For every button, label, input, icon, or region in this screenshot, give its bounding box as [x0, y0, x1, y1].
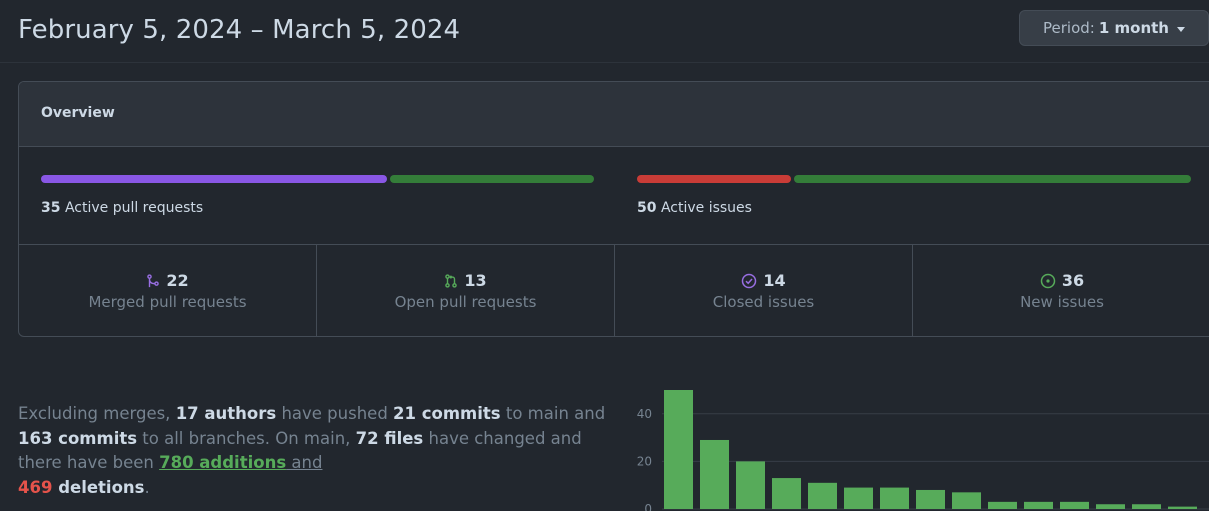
y-tick-label: 0 — [644, 502, 652, 511]
page-title: February 5, 2024 – March 5, 2024 — [18, 15, 461, 45]
active-issues-count: 50 — [637, 200, 657, 216]
active-issues-text: Active issues — [660, 200, 752, 216]
chart-bar[interactable] — [880, 487, 909, 509]
summary-text: . — [144, 477, 150, 497]
active-issues-label[interactable]: 50 Active issues — [637, 200, 752, 216]
summary-text: Excluding merges, — [18, 404, 176, 423]
all-commits-count: 163 commits — [18, 428, 138, 448]
y-tick-label: 40 — [637, 407, 652, 421]
summary-text: to all branches. On main, — [137, 428, 356, 448]
new-issues-bar-segment — [794, 175, 1191, 183]
period-dropdown-button[interactable]: Period: 1 month — [1019, 10, 1209, 46]
chart-bar[interactable] — [952, 492, 981, 509]
open-pr-count: 13 — [464, 271, 487, 290]
merged-pr-icon — [147, 273, 160, 287]
overview-title: Overview — [41, 105, 115, 121]
chart-bar[interactable] — [1024, 501, 1053, 509]
additions-link[interactable]: 780 additions — [159, 453, 286, 472]
chart-bar[interactable] — [664, 390, 693, 509]
commit-summary: Excluding merges, 17 authors have pushed… — [18, 402, 618, 500]
merged-pr-label: Merged pull requests — [88, 293, 247, 311]
chart-bar[interactable] — [1132, 504, 1161, 509]
issues-bar — [637, 175, 1191, 183]
commits-bar-chart: 40 20 0 — [637, 390, 1209, 511]
files-changed-count: 72 files — [355, 428, 424, 448]
period-value: 1 month — [1098, 19, 1169, 37]
pull-requests-bar — [41, 175, 594, 183]
stat-merged-pull-requests[interactable]: 22 Merged pull requests — [19, 245, 317, 336]
chart-bar[interactable] — [1168, 506, 1197, 509]
summary-text: have pushed — [276, 404, 394, 423]
period-prefix: Period: — [1043, 19, 1095, 37]
active-pull-requests-count: 35 — [41, 200, 61, 216]
summary-text: and — [286, 453, 323, 472]
overview-header: Overview — [19, 82, 1209, 147]
new-issue-icon — [1040, 273, 1056, 288]
active-pull-requests-text: Active pull requests — [64, 200, 204, 216]
merged-pr-count: 22 — [166, 271, 189, 290]
open-pr-bar-segment — [389, 175, 594, 183]
summary-text: to main and — [500, 404, 606, 423]
main-commits-count: 21 commits — [393, 404, 501, 423]
chart-bar[interactable] — [844, 487, 873, 509]
stat-closed-issues[interactable]: 14 Closed issues — [615, 245, 913, 336]
deletions-word: deletions — [52, 477, 145, 497]
closed-issue-icon — [742, 273, 757, 288]
chart-bar[interactable] — [988, 501, 1017, 509]
y-tick-label: 20 — [637, 454, 652, 468]
stat-new-issues[interactable]: 36 New issues — [913, 245, 1209, 336]
chart-bar[interactable] — [808, 482, 837, 509]
chart-bar[interactable] — [1096, 504, 1125, 509]
closed-issues-count: 14 — [763, 271, 786, 290]
closed-issues-bar-segment — [637, 175, 792, 183]
chart-bar[interactable] — [700, 439, 729, 509]
overview-panel: Overview 35 Active pull requests 50 Acti… — [18, 81, 1209, 337]
closed-issues-label: Closed issues — [712, 293, 815, 311]
stats-row: 22 Merged pull requests 13 Open pull req… — [19, 244, 1209, 336]
header: February 5, 2024 – March 5, 2024 Period:… — [0, 0, 1209, 63]
caret-down-icon — [1176, 26, 1185, 32]
merged-pr-bar-segment — [41, 175, 387, 183]
open-pr-icon — [445, 273, 458, 288]
chart-bar[interactable] — [916, 489, 945, 509]
new-issues-label: New issues — [1020, 293, 1104, 311]
authors-count: 17 authors — [175, 404, 277, 423]
open-pr-label: Open pull requests — [394, 293, 537, 311]
new-issues-count: 36 — [1061, 271, 1085, 290]
chart-bar[interactable] — [736, 461, 765, 509]
deletions-count: 469 — [18, 477, 53, 497]
chart-bar[interactable] — [772, 478, 801, 509]
chart-bar[interactable] — [1060, 501, 1089, 509]
active-pull-requests-label[interactable]: 35 Active pull requests — [41, 200, 203, 216]
stat-open-pull-requests[interactable]: 13 Open pull requests — [317, 245, 615, 336]
